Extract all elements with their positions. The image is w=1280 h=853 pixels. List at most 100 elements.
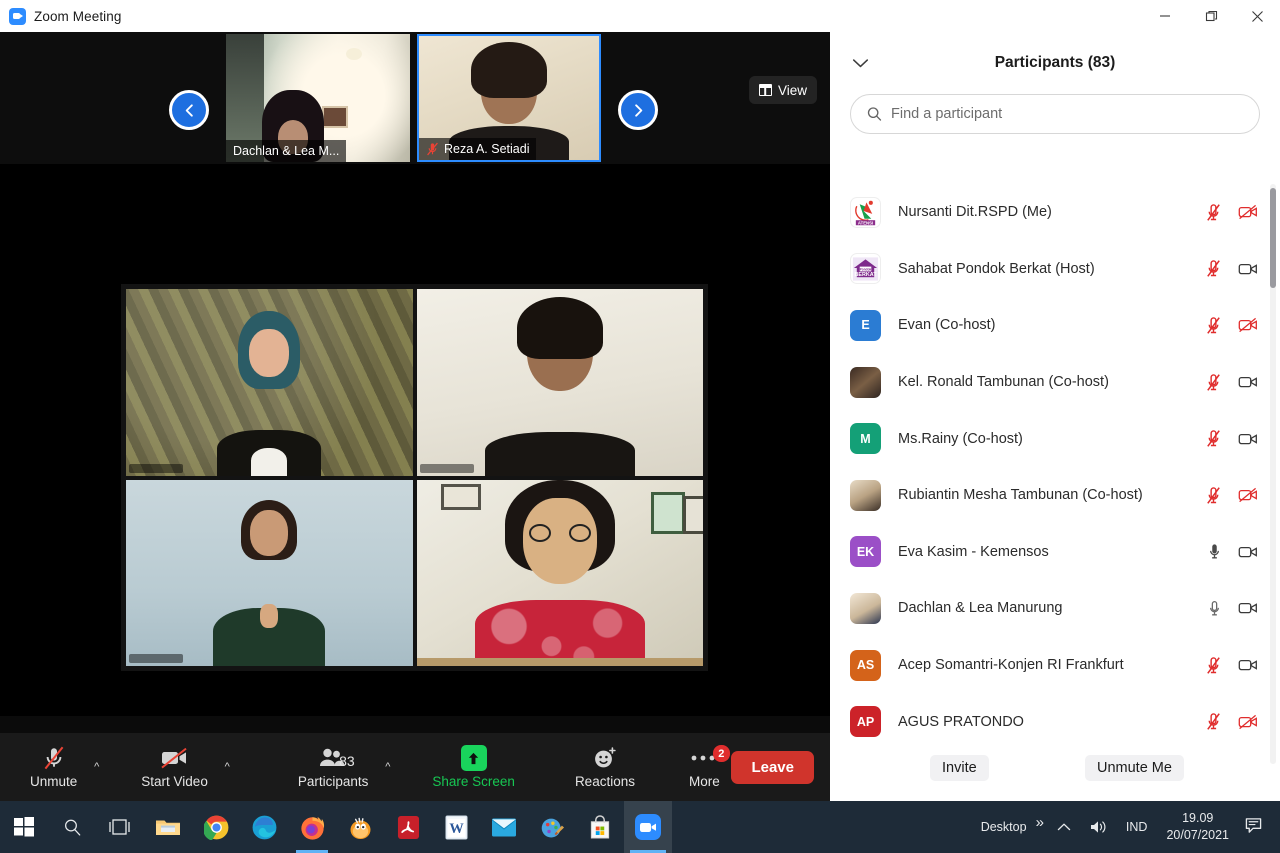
camera-on-icon[interactable] <box>1238 657 1258 673</box>
speaker-icon[interactable] <box>1080 801 1117 853</box>
clock-date: 20/07/2021 <box>1166 828 1229 842</box>
camera-on-icon[interactable] <box>1238 600 1258 616</box>
titlebar-left: Zoom Meeting <box>0 7 122 25</box>
task-view-button[interactable] <box>96 801 144 853</box>
participant-row[interactable]: EK Eva Kasim - Kemensos <box>830 524 1280 581</box>
minimize-button[interactable] <box>1142 0 1188 32</box>
view-button-label: View <box>777 82 807 98</box>
unmute-me-button[interactable]: Unmute Me <box>1085 755 1184 781</box>
camera-off-icon[interactable] <box>1238 487 1258 503</box>
window-titlebar: Zoom Meeting <box>0 0 1280 32</box>
video-thumbnail[interactable]: Reza A. Setiadi <box>417 34 601 162</box>
participant-row[interactable]: ATENSI Nursanti Dit.RSPD (Me) <box>830 184 1280 241</box>
window-controls <box>1142 0 1280 32</box>
search-input[interactable] <box>890 106 1243 122</box>
mic-muted-icon[interactable] <box>1205 373 1222 392</box>
microsoft-word-button[interactable]: W <box>432 801 480 853</box>
maximize-button[interactable] <box>1188 0 1234 32</box>
clock[interactable]: 19.09 20/07/2021 <box>1156 810 1239 844</box>
mic-muted-icon[interactable] <box>1205 203 1222 222</box>
scrollbar-thumb[interactable] <box>1270 188 1276 288</box>
participant-status-icons <box>1205 712 1280 731</box>
more-options-button[interactable]: 2 More <box>683 733 730 801</box>
unmute-button[interactable]: Unmute ^ <box>24 733 99 801</box>
microsoft-store-button[interactable] <box>576 801 624 853</box>
filmstrip-next-button[interactable] <box>618 90 658 130</box>
avatar-initials: AP <box>856 714 875 729</box>
paint-button[interactable] <box>528 801 576 853</box>
participant-row[interactable]: M Ms.Rainy (Co-host) <box>830 410 1280 467</box>
mic-muted-icon[interactable] <box>1205 656 1222 675</box>
participant-row[interactable]: Rubiantin Mesha Tambunan (Co-host) <box>830 467 1280 524</box>
video-options-chevron-icon[interactable]: ^ <box>225 761 230 773</box>
participants-scrollbar[interactable] <box>1270 184 1276 764</box>
mic-muted-icon[interactable] <box>1205 429 1222 448</box>
participant-name: Kel. Ronald Tambunan (Co-host) <box>898 374 1109 391</box>
word-icon: W <box>444 815 468 839</box>
mic-muted-icon[interactable] <box>1205 712 1222 731</box>
shared-tile <box>416 289 703 476</box>
edge-button[interactable] <box>240 801 288 853</box>
camera-on-icon[interactable] <box>1238 261 1258 277</box>
camera-on-icon[interactable] <box>1238 431 1258 447</box>
grid-view-icon <box>758 84 772 96</box>
audio-options-chevron-icon[interactable]: ^ <box>94 761 99 773</box>
participants-button[interactable]: 83 Participants ^ <box>292 733 390 801</box>
participant-name: Sahabat Pondok Berkat (Host) <box>898 260 1095 277</box>
camera-on-icon[interactable] <box>1238 374 1258 390</box>
camera-off-icon[interactable] <box>1238 317 1258 333</box>
mail-button[interactable] <box>480 801 528 853</box>
thumbnail-name: Reza A. Setiadi <box>444 142 530 156</box>
chevron-down-icon[interactable] <box>852 56 869 74</box>
participant-search-box[interactable] <box>850 94 1260 134</box>
start-video-button[interactable]: Start Video ^ <box>135 733 230 801</box>
participant-search-wrap <box>830 94 1280 134</box>
mic-muted-icon[interactable] <box>1205 259 1222 278</box>
participant-row[interactable]: Kel. Ronald Tambunan (Co-host) <box>830 354 1280 411</box>
participant-row[interactable]: Dachlan & Lea Manurung <box>830 580 1280 637</box>
invite-button[interactable]: Invite <box>930 755 989 781</box>
camera-off-icon[interactable] <box>1238 204 1258 220</box>
video-thumbnail[interactable]: Dachlan & Lea M... <box>226 34 410 162</box>
mic-muted-icon[interactable] <box>1205 316 1222 335</box>
chrome-icon <box>203 815 228 840</box>
view-button[interactable]: View <box>748 76 817 104</box>
shared-content[interactable] <box>121 284 708 671</box>
filmstrip-prev-button[interactable] <box>169 90 209 130</box>
desktop-toolbar-label[interactable]: Desktop <box>972 801 1036 853</box>
avatar: ATENSI <box>850 196 881 228</box>
gimp-button[interactable] <box>336 801 384 853</box>
avatar: M <box>850 423 881 455</box>
language-indicator[interactable]: IND <box>1117 801 1157 853</box>
acrobat-reader-button[interactable] <box>384 801 432 853</box>
leave-button[interactable]: Leave <box>731 750 814 784</box>
notification-icon[interactable] <box>1239 817 1274 837</box>
file-explorer-button[interactable] <box>144 801 192 853</box>
svg-text:W: W <box>449 821 464 837</box>
mic-muted-icon[interactable] <box>1205 486 1222 505</box>
chevron-up-icon[interactable] <box>1048 801 1080 853</box>
participants-list[interactable]: ATENSI Nursanti Dit.RSPD (Me) BERKAT Pon… <box>830 184 1280 764</box>
svg-text:ATENSI: ATENSI <box>858 221 873 226</box>
mic-on-icon[interactable] <box>1207 542 1222 561</box>
participant-row[interactable]: E Evan (Co-host) <box>830 297 1280 354</box>
participants-options-chevron-icon[interactable]: ^ <box>385 761 390 773</box>
close-button[interactable] <box>1234 0 1280 32</box>
svg-text:Pondok: Pondok <box>860 267 872 271</box>
share-screen-button[interactable]: Share Screen <box>426 733 521 801</box>
start-video-label: Start Video <box>141 774 208 789</box>
start-button[interactable] <box>0 801 48 853</box>
camera-off-icon[interactable] <box>1238 714 1258 730</box>
chrome-button[interactable] <box>192 801 240 853</box>
toolbar-overflow-icon[interactable]: » <box>1036 801 1048 853</box>
firefox-button[interactable] <box>288 801 336 853</box>
participant-row[interactable]: AP AGUS PRATONDO <box>830 693 1280 750</box>
search-button[interactable] <box>48 801 96 853</box>
participant-row[interactable]: AS Acep Somantri-Konjen RI Frankfurt <box>830 637 1280 694</box>
camera-on-icon[interactable] <box>1238 544 1258 560</box>
participant-row[interactable]: BERKAT Pondok Sahabat Pondok Berkat (Hos… <box>830 241 1280 298</box>
zoom-taskbar-button[interactable] <box>624 801 672 853</box>
mic-on-icon[interactable] <box>1207 599 1222 618</box>
reactions-button[interactable]: Reactions <box>569 733 641 801</box>
search-icon <box>867 107 882 121</box>
